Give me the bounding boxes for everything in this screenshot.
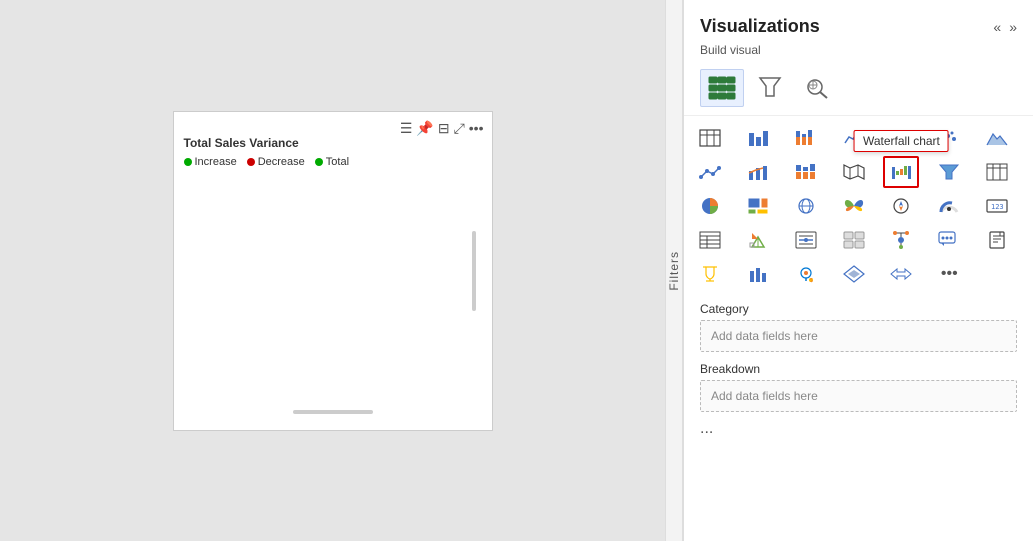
legend-dot-decrease bbox=[247, 158, 255, 166]
viz-icon-chat[interactable] bbox=[931, 224, 967, 256]
legend-total: Total bbox=[315, 156, 349, 168]
category-dropzone[interactable]: Add data fields here bbox=[700, 320, 1017, 352]
viz-icon-more-icons[interactable]: ••• bbox=[931, 258, 967, 290]
viz-icons-grid: Waterfall chart 123 bbox=[684, 116, 1033, 296]
viz-icon-matrix[interactable] bbox=[979, 156, 1015, 188]
svg-text:123: 123 bbox=[991, 203, 1004, 211]
viz-icon-arrows[interactable] bbox=[883, 258, 919, 290]
viz-panel: Visualizations « » Build visual bbox=[683, 0, 1033, 541]
viz-icon-filter[interactable] bbox=[931, 156, 967, 188]
more-icon[interactable]: ••• bbox=[469, 120, 484, 136]
visual-container[interactable]: ☰ 📌 ⊟ ⤢ ••• Total Sales Variance Increas… bbox=[173, 111, 493, 431]
viz-icon-combo[interactable] bbox=[740, 156, 776, 188]
viz-icon-azure-map[interactable]: $ bbox=[788, 258, 824, 290]
viz-icon-doc[interactable] bbox=[979, 224, 1015, 256]
category-label: Category bbox=[700, 302, 1017, 316]
chevron-right-icon[interactable]: » bbox=[1009, 19, 1017, 35]
viz-icon-card[interactable]: 123 bbox=[979, 190, 1015, 222]
resize-handle-v[interactable] bbox=[472, 231, 476, 311]
more-fields-label: ... bbox=[684, 416, 1033, 442]
viz-icon-treemap[interactable] bbox=[740, 190, 776, 222]
menu-icon[interactable]: ☰ bbox=[400, 120, 413, 137]
viz-icon-ribbon[interactable] bbox=[788, 156, 824, 188]
viz-icon-table[interactable] bbox=[692, 122, 728, 154]
type-btn-funnel[interactable] bbox=[748, 69, 792, 107]
viz-icon-gauge[interactable] bbox=[931, 190, 967, 222]
viz-icon-bar-chart[interactable] bbox=[740, 122, 776, 154]
viz-icon-mountain[interactable] bbox=[979, 122, 1015, 154]
filter-icon[interactable]: ⊟ bbox=[438, 120, 450, 137]
legend-label-decrease: Decrease bbox=[258, 156, 305, 168]
viz-icon-globe[interactable] bbox=[788, 190, 824, 222]
resize-handle-h[interactable] bbox=[293, 410, 373, 414]
viz-icon-butterfly[interactable] bbox=[836, 190, 872, 222]
canvas-area: ☰ 📌 ⊟ ⤢ ••• Total Sales Variance Increas… bbox=[0, 0, 665, 541]
type-btn-search[interactable] bbox=[796, 69, 840, 107]
viz-icon-diamond[interactable] bbox=[836, 258, 872, 290]
legend-increase: Increase bbox=[184, 156, 237, 168]
legend-dot-total bbox=[315, 158, 323, 166]
viz-type-row bbox=[684, 65, 1033, 116]
viz-icon-line2[interactable] bbox=[692, 156, 728, 188]
viz-icon-decomp[interactable] bbox=[883, 224, 919, 256]
viz-icon-grid2[interactable] bbox=[836, 224, 872, 256]
viz-icon-pie[interactable] bbox=[692, 190, 728, 222]
build-visual-label: Build visual bbox=[684, 41, 1033, 65]
breakdown-section: Breakdown Add data fields here bbox=[684, 356, 1033, 416]
chevron-left-icon[interactable]: « bbox=[993, 19, 1001, 35]
viz-panel-title: Visualizations bbox=[700, 16, 820, 37]
legend-label-total: Total bbox=[326, 156, 349, 168]
viz-icon-stacked-bar[interactable] bbox=[788, 122, 824, 154]
filters-label: Filters bbox=[667, 251, 681, 291]
breakdown-dropzone[interactable]: Add data fields here bbox=[700, 380, 1017, 412]
visual-title: Total Sales Variance bbox=[184, 136, 299, 150]
viz-header-arrows: « » bbox=[993, 19, 1017, 35]
waterfall-tooltip: Waterfall chart bbox=[854, 130, 949, 152]
visual-legend: Increase Decrease Total bbox=[184, 156, 350, 168]
visual-toolbar: ☰ 📌 ⊟ ⤢ ••• bbox=[400, 120, 484, 137]
breakdown-label: Breakdown bbox=[700, 362, 1017, 376]
category-section: Category Add data fields here bbox=[684, 296, 1033, 356]
pin-icon[interactable]: 📌 bbox=[416, 120, 433, 137]
legend-decrease: Decrease bbox=[247, 156, 305, 168]
viz-icon-kpi[interactable] bbox=[740, 224, 776, 256]
viz-icon-table2[interactable] bbox=[692, 224, 728, 256]
viz-icon-small-bar[interactable] bbox=[740, 258, 776, 290]
viz-icon-compass[interactable] bbox=[883, 190, 919, 222]
viz-header: Visualizations « » bbox=[684, 0, 1033, 41]
legend-label-increase: Increase bbox=[195, 156, 237, 168]
expand-icon[interactable]: ⤢ bbox=[454, 120, 465, 137]
legend-dot-increase bbox=[184, 158, 192, 166]
svg-text:$: $ bbox=[810, 278, 813, 283]
viz-icon-map[interactable] bbox=[836, 156, 872, 188]
filters-panel: Filters bbox=[665, 0, 683, 541]
viz-icon-waterfall[interactable]: Waterfall chart bbox=[883, 156, 919, 188]
type-btn-grid[interactable] bbox=[700, 69, 744, 107]
viz-icon-trophy[interactable] bbox=[692, 258, 728, 290]
viz-icon-smart-filter[interactable] bbox=[788, 224, 824, 256]
